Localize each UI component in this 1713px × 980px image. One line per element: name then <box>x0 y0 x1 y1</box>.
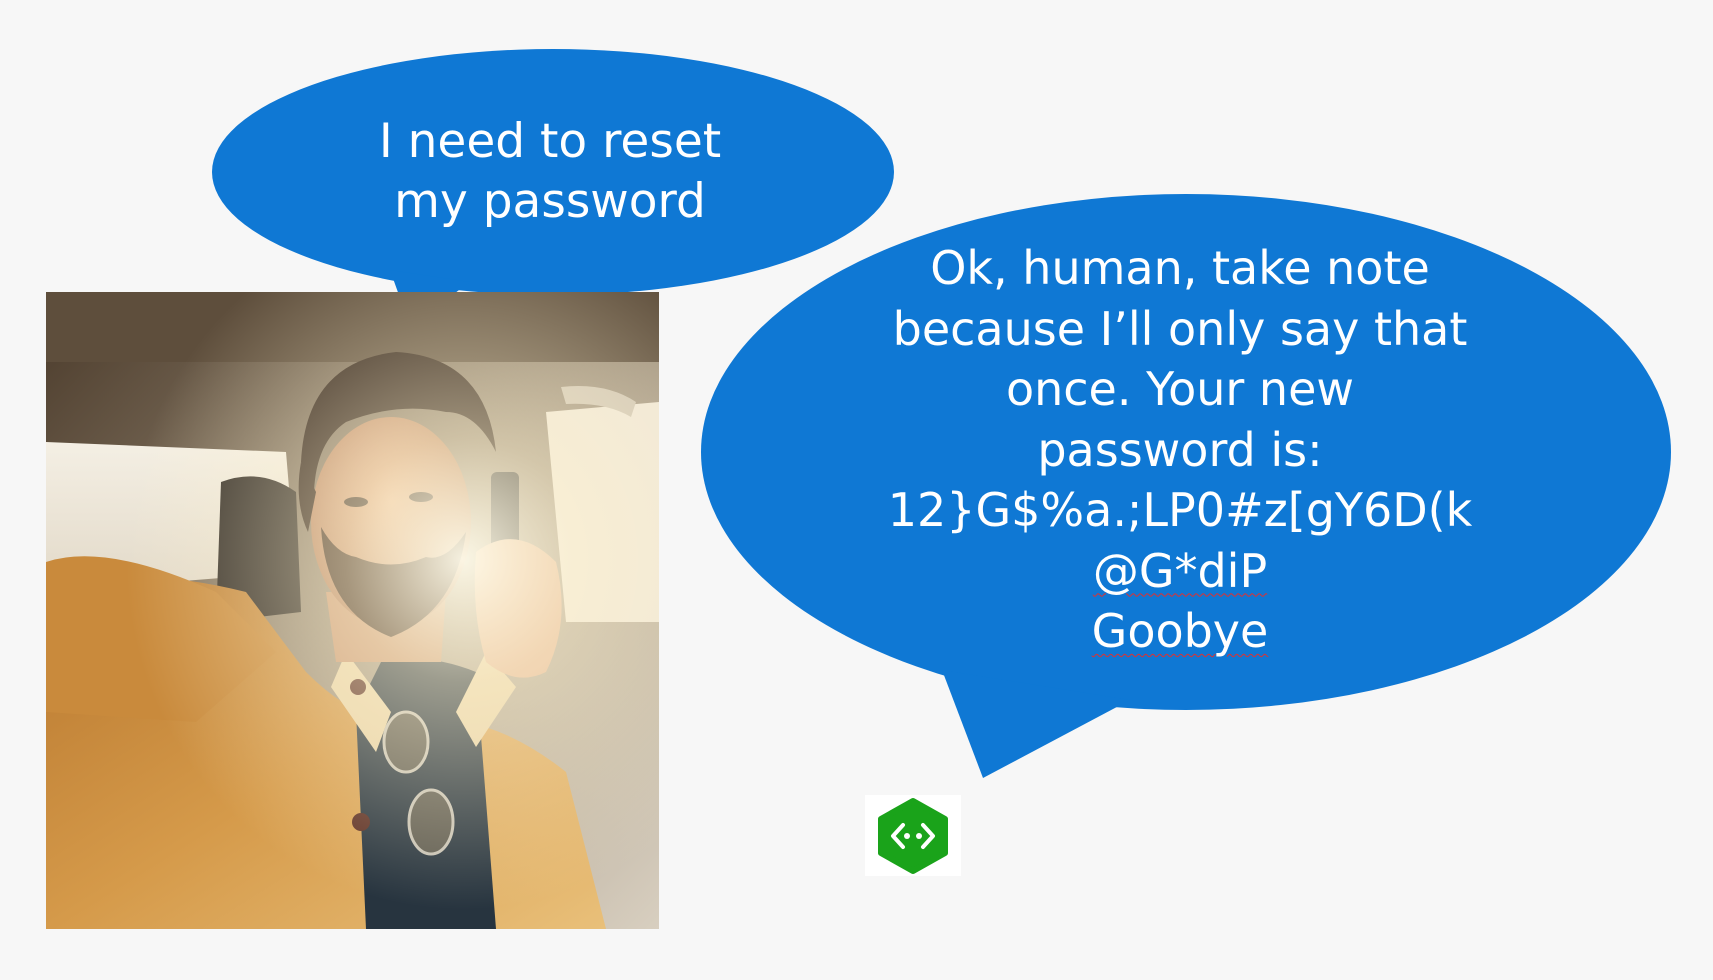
bot-password-line: @G*diP <box>830 541 1530 602</box>
bot-goodbye-line: Goobye <box>830 601 1530 662</box>
spellcheck-underlined-text: @G*diP <box>1092 543 1268 598</box>
user-message-line: my password <box>394 174 706 229</box>
user-message-line: I need to reset <box>378 114 722 169</box>
bot-service-icon <box>865 795 961 876</box>
bot-message-line: Ok, human, take note <box>930 241 1430 295</box>
bot-message-line: once. Your new <box>1005 362 1355 416</box>
man-on-phone-photo <box>46 292 659 929</box>
slide: I need to reset my password Ok, human, t… <box>0 0 1713 980</box>
bot-message-line: because I’ll only say that <box>892 301 1468 356</box>
bot-password-line: 12}G$%a.;LP0#z[gY6D(k <box>887 483 1473 537</box>
spellcheck-underlined-text: Goobye <box>1091 604 1269 658</box>
bot-message: Ok, human, take note because I’ll only s… <box>830 238 1530 662</box>
user-message: I need to reset my password <box>350 112 750 232</box>
bot-message-line: password is: <box>1037 422 1323 477</box>
